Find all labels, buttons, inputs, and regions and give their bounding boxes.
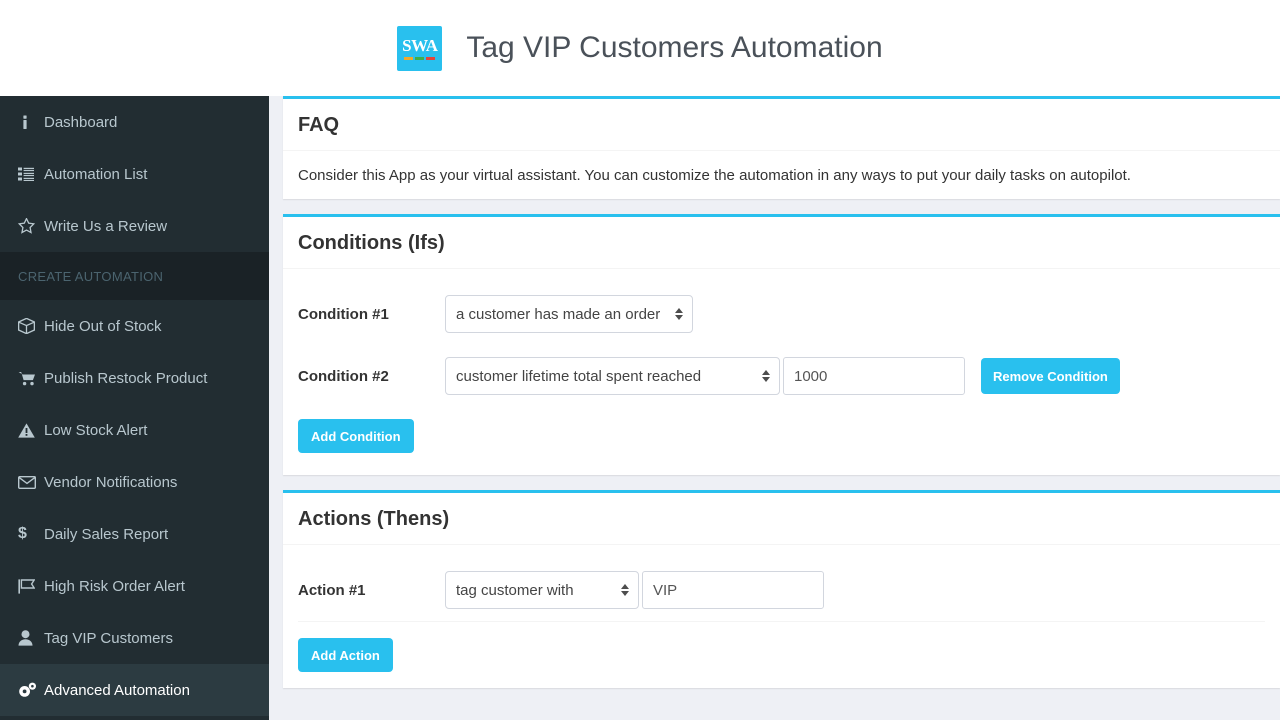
row-label: Condition #1 <box>298 306 445 323</box>
select-value: customer lifetime total spent reached <box>456 368 701 385</box>
logo-text: SWA <box>402 37 437 54</box>
faq-title: FAQ <box>298 112 1265 138</box>
action-value-input[interactable] <box>642 571 824 609</box>
actions-title: Actions (Thens) <box>298 506 1265 532</box>
info-icon <box>14 115 44 130</box>
sidebar-item-automation-list[interactable]: Automation List <box>0 148 269 200</box>
sidebar-item-label: Vendor Notifications <box>44 474 177 491</box>
sidebar-item-label: High Risk Order Alert <box>44 578 185 595</box>
dollar-icon: $ <box>14 525 44 543</box>
actions-panel-body: Action #1 tag customer with Add Action <box>283 545 1280 688</box>
conditions-panel-header: Conditions (Ifs) <box>283 217 1280 269</box>
app-header: SWA Tag VIP Customers Automation <box>0 0 1280 96</box>
sidebar-item-label: Tag VIP Customers <box>44 630 173 647</box>
logo-bar-red <box>426 57 435 60</box>
page-title: Tag VIP Customers Automation <box>466 30 882 66</box>
envelope-icon <box>14 476 44 489</box>
faq-panel-body: Consider this App as your virtual assist… <box>283 151 1280 199</box>
sidebar-item-publish-restock-product[interactable]: Publish Restock Product <box>0 352 269 404</box>
sidebar-item-tag-vip-customers[interactable]: Tag VIP Customers <box>0 612 269 664</box>
swa-logo-icon: SWA <box>397 26 442 71</box>
select-updown-icon <box>621 584 629 596</box>
action-select[interactable]: tag customer with <box>445 571 639 609</box>
sidebar-item-daily-sales-report[interactable]: $Daily Sales Report <box>0 508 269 560</box>
conditions-panel: Conditions (Ifs) Condition #1 a customer … <box>283 214 1280 475</box>
condition-value-input[interactable] <box>783 357 965 395</box>
add-action-wrap: Add Action <box>298 622 1265 676</box>
cogs-icon <box>14 682 44 698</box>
sidebar-item-high-risk-order-alert[interactable]: High Risk Order Alert <box>0 560 269 612</box>
flag-icon <box>14 579 44 594</box>
star-icon <box>14 218 44 234</box>
sidebar-item-label: Write Us a Review <box>44 218 167 235</box>
sidebar-item-vendor-notifications[interactable]: Vendor Notifications <box>0 456 269 508</box>
condition-select[interactable]: a customer has made an order <box>445 295 693 333</box>
logo-color-bars <box>404 57 435 60</box>
sidebar-item-label: Publish Restock Product <box>44 370 207 387</box>
sidebar-item-label: Daily Sales Report <box>44 526 168 543</box>
condition-row: Condition #1 a customer has made an order <box>298 283 1265 345</box>
select-value: tag customer with <box>456 582 574 599</box>
sidebar: Dashboard Automation List Write Us a Revie… <box>0 96 269 720</box>
user-icon <box>14 630 44 646</box>
select-updown-icon <box>762 370 770 382</box>
condition-row: Condition #2 customer lifetime total spen… <box>298 345 1265 407</box>
cart-icon <box>14 371 44 386</box>
sidebar-item-advanced-automation[interactable]: Advanced Automation <box>0 664 269 716</box>
sidebar-item-label: Automation List <box>44 166 147 183</box>
faq-panel-header: FAQ <box>283 99 1280 151</box>
sidebar-item-dashboard[interactable]: Dashboard <box>0 96 269 148</box>
sidebar-item-hide-out-of-stock[interactable]: Hide Out of Stock <box>0 300 269 352</box>
sidebar-section-header: CREATE AUTOMATION <box>0 252 269 300</box>
logo-bar-green <box>415 57 424 60</box>
condition-select[interactable]: customer lifetime total spent reached <box>445 357 780 395</box>
sidebar-item-label: Dashboard <box>44 114 117 131</box>
sidebar-item-label: Hide Out of Stock <box>44 318 162 335</box>
main-content: FAQ Consider this App as your virtual as… <box>269 96 1280 720</box>
sidebar-item-label: Low Stock Alert <box>44 422 147 439</box>
actions-panel-header: Actions (Thens) <box>283 493 1280 545</box>
box-icon <box>14 318 44 334</box>
list-icon <box>14 167 44 181</box>
add-condition-button[interactable]: Add Condition <box>298 419 414 453</box>
faq-panel: FAQ Consider this App as your virtual as… <box>283 96 1280 199</box>
select-updown-icon <box>675 308 683 320</box>
add-action-button[interactable]: Add Action <box>298 638 393 672</box>
conditions-panel-body: Condition #1 a customer has made an order… <box>283 269 1280 475</box>
conditions-title: Conditions (Ifs) <box>298 230 1265 256</box>
faq-body-text: Consider this App as your virtual assist… <box>298 165 1265 187</box>
sidebar-item-write-us-a-review[interactable]: Write Us a Review <box>0 200 269 252</box>
page-body: Dashboard Automation List Write Us a Revie… <box>0 96 1280 720</box>
remove-condition-button[interactable]: Remove Condition <box>981 358 1120 394</box>
add-condition-wrap: Add Condition <box>298 407 1265 463</box>
select-value: a customer has made an order <box>456 306 660 323</box>
row-label: Action #1 <box>298 582 445 599</box>
row-label: Condition #2 <box>298 368 445 385</box>
sidebar-item-label: Advanced Automation <box>44 682 190 699</box>
warning-icon <box>14 423 44 438</box>
logo-bar-orange <box>404 57 413 60</box>
action-row: Action #1 tag customer with <box>298 559 1265 621</box>
sidebar-item-low-stock-alert[interactable]: Low Stock Alert <box>0 404 269 456</box>
actions-panel: Actions (Thens) Action #1 tag customer wi… <box>283 490 1280 688</box>
